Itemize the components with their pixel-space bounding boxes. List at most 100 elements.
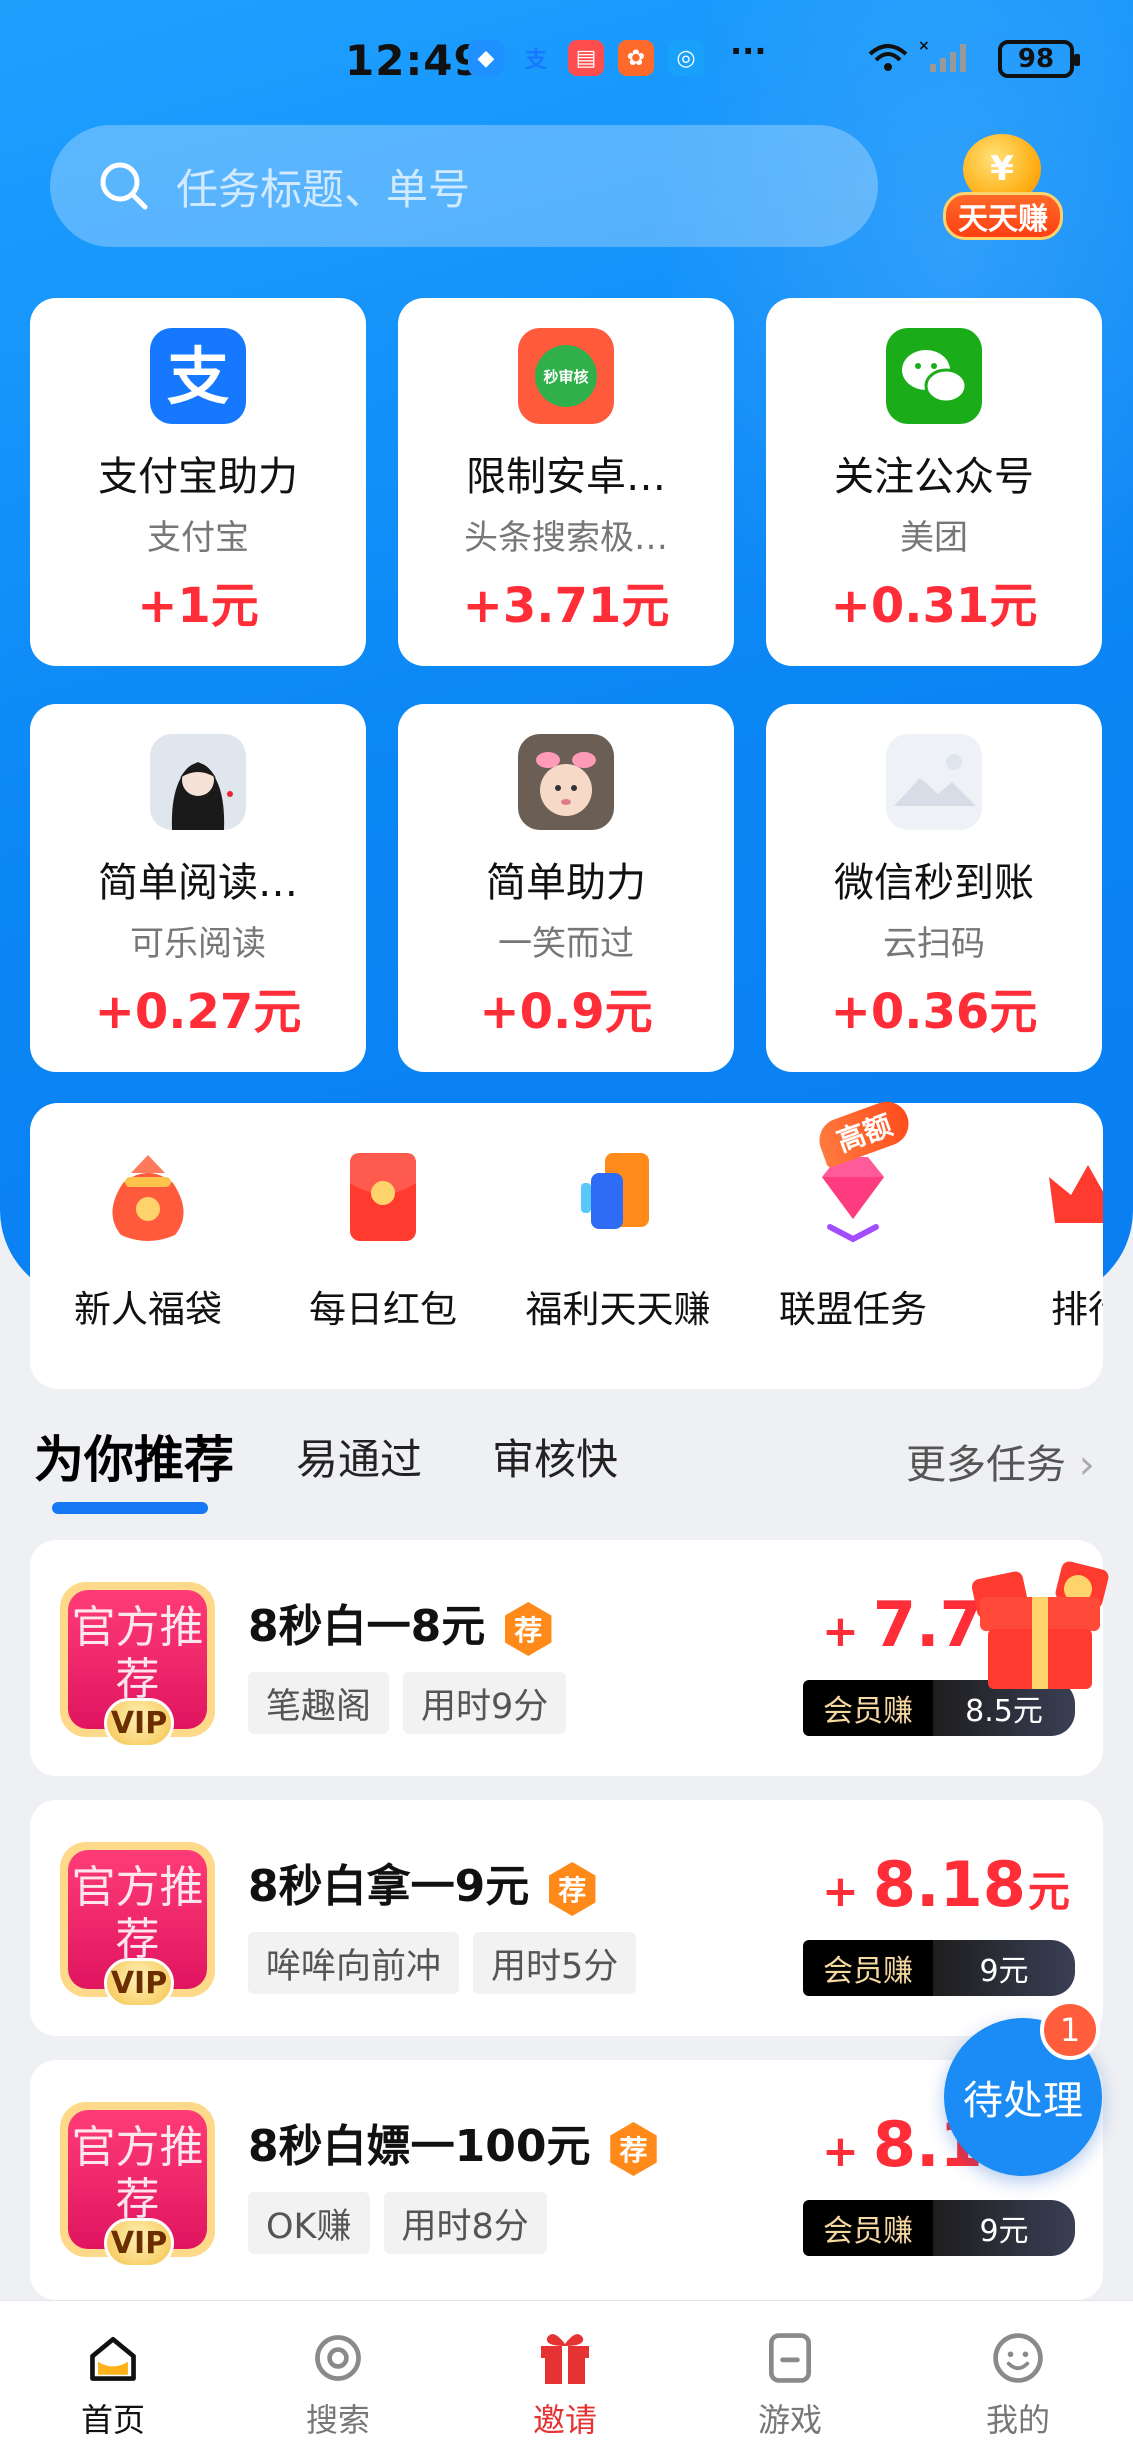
- profile-icon: [958, 2327, 1078, 2389]
- task-subtitle: 一笑而过: [498, 924, 634, 964]
- nav-label: 搜索: [305, 2401, 370, 2439]
- tab-recommend[interactable]: 为你推荐: [34, 1420, 234, 1492]
- gift-icon: [505, 2327, 625, 2389]
- nav-label: 游戏: [757, 2401, 822, 2439]
- home-icon: [53, 2327, 173, 2389]
- task-title: 关注公众号: [834, 454, 1034, 500]
- tab-fast-review[interactable]: 审核快: [492, 1426, 618, 1487]
- wechat-icon: [886, 328, 982, 424]
- task-card[interactable]: 秒审核 限制安卓… 头条搜索极… +3.71元: [398, 298, 734, 666]
- more-tasks-link[interactable]: 更多任务 ›: [906, 1432, 1095, 1490]
- alipay-status-icon: 支: [524, 48, 547, 73]
- feature-label: 新人福袋: [74, 1288, 222, 1331]
- task-row-price: +8.18元: [822, 1848, 1070, 1921]
- tab-easy-pass[interactable]: 易通过: [296, 1426, 422, 1487]
- task-title: 支付宝助力: [98, 454, 298, 500]
- list-item[interactable]: 官方推荐 VIP 8秒白一8元荐 笔趣阁 用时9分 +7.7 会员赚 8.5元: [30, 1540, 1103, 1776]
- avatar-baby-icon: [518, 734, 614, 830]
- tiantianzhuan-label: 天天赚: [943, 192, 1063, 240]
- feature-label: 福利天天赚: [525, 1288, 711, 1331]
- tag: 用时8分: [383, 2192, 547, 2254]
- nav-home[interactable]: 首页: [53, 2327, 173, 2441]
- tab-indicator: [52, 1502, 208, 1514]
- task-price: +0.27元: [94, 984, 302, 1040]
- task-price: +1元: [137, 578, 259, 634]
- status-app-icons: ◆ 支 ▤ ✿ ◎: [468, 40, 704, 76]
- tag: OK赚: [248, 2192, 370, 2254]
- crown-icon: [1035, 1143, 1103, 1249]
- feature-label: 每日红包: [309, 1288, 457, 1331]
- book-app-icon: ▤: [568, 40, 604, 76]
- nav-invite[interactable]: 邀请: [505, 2327, 625, 2441]
- recommend-tabs: 为你推荐 易通过 审核快 更多任务 ›: [0, 1410, 1133, 1520]
- task-subtitle: 支付宝: [147, 518, 249, 558]
- battery-icon: 98: [998, 40, 1080, 78]
- official-vip-badge: 官方推荐 VIP: [60, 2102, 215, 2268]
- member-earn-badge: 会员赚 9元: [803, 1940, 1075, 1996]
- tag: 哞哞向前冲: [248, 1932, 460, 1994]
- list-item[interactable]: 官方推荐 VIP 8秒白嫖一100元荐 OK赚 用时8分 +8.1 会员赚 9元: [30, 2060, 1103, 2300]
- nav-label: 首页: [80, 2401, 145, 2439]
- feature-ranking[interactable]: 排行: [988, 1143, 1103, 1333]
- task-card[interactable]: 关注公众号 美团 +0.31元: [766, 298, 1102, 666]
- nav-game[interactable]: 游戏: [730, 2327, 850, 2441]
- vip-icon: VIP: [104, 1698, 174, 1748]
- more-tasks-label: 更多任务: [906, 1442, 1066, 1488]
- nav-label: 邀请: [532, 2401, 597, 2439]
- task-tags: 笔趣阁 用时9分: [248, 1672, 567, 1734]
- task-card[interactable]: 简单助力 一笑而过 +0.9元: [398, 704, 734, 1072]
- red-envelope-icon: [330, 1143, 436, 1249]
- tiantianzhuan-badge[interactable]: ¥ 天天赚: [935, 132, 1069, 252]
- floating-gift-icon[interactable]: [960, 1535, 1120, 1695]
- recommend-mark-icon: 荐: [610, 2122, 657, 2176]
- avatar-girl-icon: [150, 734, 246, 830]
- task-subtitle: 可乐阅读: [130, 924, 266, 964]
- feature-welfare[interactable]: 福利天天赚: [518, 1143, 718, 1333]
- welfare-phone-icon: [565, 1143, 671, 1249]
- game-icon: [730, 2327, 850, 2389]
- list-item[interactable]: 官方推荐 VIP 8秒白拿一9元荐 哞哞向前冲 用时5分 +8.18元 会员赚 9…: [30, 1800, 1103, 2036]
- search-bar[interactable]: 任务标题、单号: [50, 125, 878, 247]
- task-price: +0.9元: [479, 984, 653, 1040]
- official-vip-badge: 官方推荐 VIP: [60, 1842, 215, 2008]
- feature-label: 联盟任务: [779, 1288, 927, 1331]
- task-card[interactable]: 微信秒到账 云扫码 +0.36元: [766, 704, 1102, 1072]
- alipay-icon: 支: [150, 328, 246, 424]
- task-subtitle: 头条搜索极…: [464, 518, 668, 558]
- vip-icon: VIP: [104, 1958, 174, 2008]
- status-bar: 12:49 ◆ 支 ▤ ✿ ◎ ··· × 98: [0, 0, 1133, 124]
- tag: 笔趣阁: [248, 1672, 390, 1734]
- task-card[interactable]: 简单阅读… 可乐阅读 +0.27元: [30, 704, 366, 1072]
- svg-text:×: ×: [918, 38, 930, 54]
- task-card[interactable]: 支 支付宝助力 支付宝 +1元: [30, 298, 366, 666]
- task-subtitle: 美团: [900, 518, 968, 558]
- miaoshenhe-icon: 秒审核: [518, 328, 614, 424]
- official-vip-badge: 官方推荐 VIP: [60, 1582, 215, 1748]
- signal-icon: ×: [866, 36, 976, 84]
- feature-strip: 新人福袋 每日红包 福利天天赚 联盟任务 排: [30, 1103, 1103, 1389]
- feature-red-envelope[interactable]: 每日红包: [283, 1143, 483, 1333]
- feature-lucky-bag[interactable]: 新人福袋: [48, 1143, 248, 1333]
- task-row-title: 8秒白一8元荐: [248, 1590, 555, 1656]
- task-tags: 哞哞向前冲 用时5分: [248, 1932, 637, 1994]
- tag: 用时5分: [473, 1932, 637, 1994]
- svg-text:支: 支: [167, 340, 229, 413]
- task-tags: OK赚 用时8分: [248, 2192, 547, 2254]
- task-price: +0.31元: [830, 578, 1038, 634]
- task-title: 简单助力: [486, 860, 646, 906]
- status-more-icon: ···: [730, 32, 767, 70]
- nav-profile[interactable]: 我的: [958, 2327, 1078, 2441]
- lucky-bag-icon: [95, 1143, 201, 1249]
- task-title: 限制安卓…: [466, 454, 666, 500]
- feature-alliance[interactable]: 联盟任务: [753, 1143, 953, 1333]
- status-time: 12:49: [345, 36, 484, 85]
- shield-app-icon: ◆: [468, 40, 504, 76]
- miaoshenhe-icon-text: 秒审核: [535, 345, 597, 407]
- feature-label: 排行: [1051, 1288, 1103, 1331]
- chevron-right-icon: ›: [1078, 1442, 1095, 1488]
- pending-count-badge: 1: [1040, 2000, 1100, 2060]
- nav-search[interactable]: 搜索: [278, 2327, 398, 2441]
- image-placeholder-icon: [886, 734, 982, 830]
- task-subtitle: 云扫码: [883, 924, 985, 964]
- tag: 用时9分: [403, 1672, 567, 1734]
